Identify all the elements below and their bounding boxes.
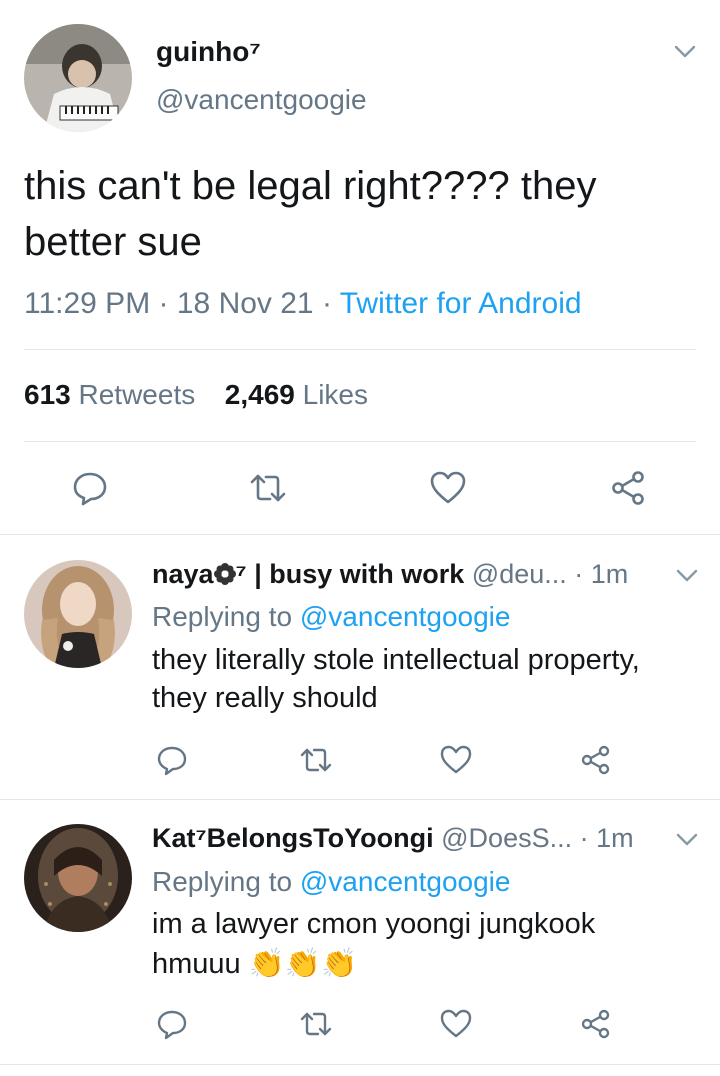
replying-to-prefix: Replying to: [152, 601, 293, 632]
chevron-down-icon[interactable]: [674, 562, 700, 588]
clapping-hands-emoji: 👏👏👏: [248, 948, 358, 980]
divider: [0, 1064, 720, 1065]
retweet-icon[interactable]: [296, 740, 336, 780]
reply-icon[interactable]: [152, 1004, 192, 1044]
chevron-down-icon[interactable]: [672, 38, 698, 64]
main-avatar[interactable]: [24, 24, 132, 132]
main-tweet-text-line2: better sue: [24, 220, 202, 264]
reply-display-name[interactable]: Kat⁷BelongsToYoongi: [152, 823, 434, 853]
reply-handle[interactable]: @deu...: [472, 559, 567, 589]
main-handle[interactable]: @vancentgoogie: [156, 84, 367, 116]
tweet-stats: 613 Retweets 2,469 Likes: [24, 379, 368, 411]
like-icon[interactable]: [428, 468, 468, 508]
like-icon[interactable]: [436, 1004, 476, 1044]
divider: [24, 441, 696, 442]
reply-text-line2: hmuuu: [152, 948, 241, 980]
reply-time: · 1m: [579, 823, 634, 853]
reply-time: · 1m: [574, 559, 629, 589]
replying-to-handle[interactable]: @vancentgoogie: [300, 866, 511, 897]
divider: [24, 349, 696, 350]
retweet-icon[interactable]: [296, 1004, 336, 1044]
reply-avatar[interactable]: [24, 560, 132, 668]
replying-to: Replying to @vancentgoogie: [152, 601, 510, 633]
tweet-date: 18 Nov 21: [176, 287, 314, 320]
reply-header: naya ⁷ | busy with work @deu... · 1m: [152, 559, 628, 590]
tweet-meta: 11:29 PM · 18 Nov 21 · Twitter for Andro…: [24, 287, 582, 320]
chevron-down-icon[interactable]: [674, 826, 700, 852]
share-icon[interactable]: [608, 468, 648, 508]
flower-icon: [213, 561, 236, 585]
reply-avatar[interactable]: [24, 824, 132, 932]
reply-text-line1: they literally stole intellectual proper…: [152, 644, 640, 676]
likes-label: Likes: [302, 379, 369, 410]
divider: [0, 799, 720, 800]
reply-handle[interactable]: @DoesS...: [441, 823, 572, 853]
like-icon[interactable]: [436, 740, 476, 780]
reply-header: Kat⁷BelongsToYoongi @DoesS... · 1m: [152, 823, 634, 854]
reply-text-line2: they really should: [152, 682, 378, 714]
share-icon[interactable]: [576, 740, 616, 780]
main-tweet-text-line1: this can't be legal right???? they: [24, 164, 597, 208]
divider: [0, 534, 720, 535]
reply-text-line2-container: hmuuu 👏👏👏: [152, 947, 357, 981]
tweet-source-link[interactable]: Twitter for Android: [340, 287, 582, 320]
replying-to-handle[interactable]: @vancentgoogie: [300, 601, 511, 632]
reply-display-name[interactable]: naya: [152, 559, 214, 589]
retweets-count: 613: [24, 379, 71, 410]
retweet-icon[interactable]: [248, 468, 288, 508]
retweets-stat[interactable]: 613 Retweets: [24, 379, 203, 410]
replying-to-prefix: Replying to: [152, 866, 293, 897]
retweets-label: Retweets: [78, 379, 196, 410]
main-display-name[interactable]: guinho⁷: [156, 36, 261, 68]
share-icon[interactable]: [576, 1004, 616, 1044]
likes-count: 2,469: [224, 379, 295, 410]
tweet-time: 11:29 PM: [24, 287, 151, 320]
likes-stat[interactable]: 2,469 Likes: [225, 379, 368, 410]
reply-name-suffix: ⁷ | busy with work: [235, 559, 465, 589]
reply-text-line1: im a lawyer cmon yoongi jungkook: [152, 908, 596, 940]
reply-icon[interactable]: [70, 468, 110, 508]
reply-icon[interactable]: [152, 740, 192, 780]
replying-to: Replying to @vancentgoogie: [152, 866, 510, 898]
